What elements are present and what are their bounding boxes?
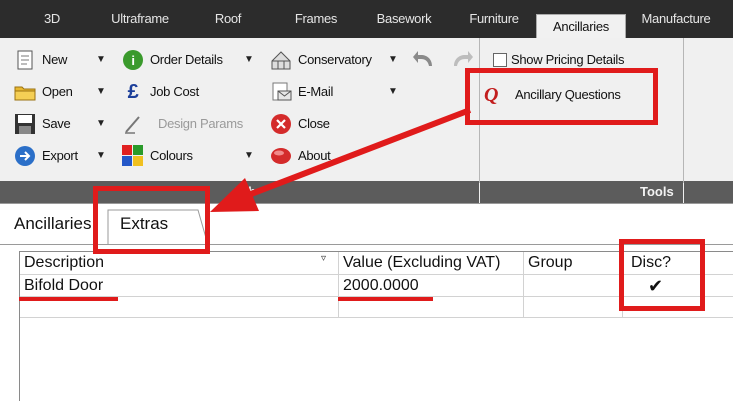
annotation-arrow <box>210 107 472 212</box>
